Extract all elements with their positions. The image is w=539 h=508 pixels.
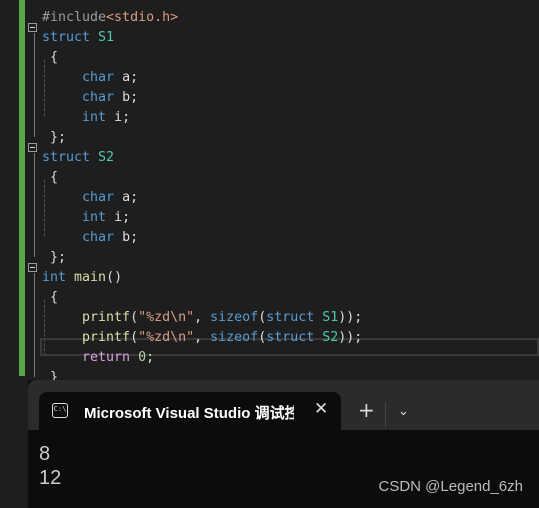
code-line: printf("%zd\n", sizeof(struct S1));	[42, 308, 362, 328]
token-text: a;	[122, 70, 139, 85]
console-tab[interactable]: C:\ Microsoft Visual Studio 调试控制台 ✕	[39, 392, 341, 432]
code-line: struct S2	[42, 148, 114, 168]
code-line: int main()	[42, 268, 122, 288]
token-keyword: int	[42, 210, 115, 225]
token-text: b;	[122, 90, 139, 105]
code-line: };	[42, 128, 66, 148]
token-keyword: int	[42, 270, 75, 285]
token-text: a;	[122, 190, 139, 205]
console-icon: C:\	[52, 403, 68, 418]
code-line: };	[42, 248, 66, 268]
token-type-name: S2	[98, 150, 115, 165]
token-text: b;	[122, 230, 139, 245]
token-text: {	[42, 170, 59, 185]
token-keyword: struct	[42, 30, 99, 45]
token-text: ));	[338, 310, 363, 325]
tab-title: Microsoft Visual Studio 调试控制台	[84, 405, 294, 422]
code-line: {	[42, 48, 58, 68]
fold-guide	[34, 153, 35, 257]
fold-toggle-s1[interactable]	[28, 23, 37, 32]
token-text: };	[42, 250, 67, 265]
token-string: <stdio.h>	[106, 10, 179, 25]
token-keyword: char	[42, 190, 123, 205]
console-output: 8 12	[39, 442, 61, 490]
token-function: main	[74, 270, 107, 285]
divider	[385, 402, 386, 428]
code-line: {	[42, 288, 58, 308]
token-keyword: struct	[266, 310, 323, 325]
token-keyword: struct	[266, 330, 323, 345]
token-string: "%zd\n"	[138, 310, 195, 325]
tab-strip: C:\ Microsoft Visual Studio 调试控制台 ✕ + ⌄	[28, 380, 539, 432]
token-type-name: S2	[322, 330, 339, 345]
code-line: char a;	[42, 188, 138, 208]
output-line: 8	[39, 443, 51, 465]
token-keyword: char	[42, 90, 123, 105]
token-keyword: int	[42, 110, 115, 125]
token-string: "%zd\n"	[138, 330, 195, 345]
output-line: 12	[39, 467, 62, 489]
change-indicator-bar	[19, 0, 25, 376]
code-line: int i;	[42, 208, 130, 228]
token-type-name: S1	[322, 310, 339, 325]
token-text: i;	[114, 110, 131, 125]
token-text: };	[42, 130, 67, 145]
watermark: CSDN @Legend_6zh	[378, 478, 523, 495]
token-text: ));	[338, 330, 363, 345]
token-text: {	[42, 290, 59, 305]
token-text: ()	[106, 270, 123, 285]
token-keyword: sizeof	[210, 310, 259, 325]
code-line: printf("%zd\n", sizeof(struct S2));	[42, 328, 362, 348]
code-line: #include<stdio.h>	[42, 8, 178, 28]
code-line: return 0;	[42, 348, 154, 368]
token-text: (	[130, 310, 139, 325]
fold-toggle-s2[interactable]	[28, 143, 37, 152]
token-text: (	[258, 330, 267, 345]
code-line: char a;	[42, 68, 138, 88]
token-preprocessor: #include	[42, 10, 107, 25]
code-line: int i;	[42, 108, 130, 128]
token-control: return	[42, 350, 139, 365]
token-type-name: S1	[98, 30, 115, 45]
token-function: printf	[42, 310, 131, 325]
token-keyword: struct	[42, 150, 99, 165]
token-keyword: sizeof	[210, 330, 259, 345]
token-keyword: char	[42, 70, 123, 85]
token-text: (	[130, 330, 139, 345]
token-text: ;	[146, 350, 155, 365]
code-line: char b;	[42, 228, 138, 248]
code-line: {	[42, 168, 58, 188]
token-text: (	[258, 310, 267, 325]
token-text: ,	[194, 330, 211, 345]
fold-guide	[34, 273, 35, 377]
token-text: ,	[194, 310, 211, 325]
fold-toggle-main[interactable]	[28, 263, 37, 272]
new-tab-button[interactable]: +	[358, 398, 375, 422]
token-text: {	[42, 50, 59, 65]
token-number: 0	[138, 350, 147, 365]
token-keyword: char	[42, 230, 123, 245]
token-text: i;	[114, 210, 131, 225]
fold-guide	[34, 33, 35, 137]
token-function: printf	[42, 330, 131, 345]
close-icon[interactable]: ✕	[314, 399, 328, 419]
code-line: char b;	[42, 88, 138, 108]
code-editor[interactable]: #include<stdio.h> struct S1 { char a; cha…	[0, 0, 539, 385]
chevron-down-icon[interactable]: ⌄	[398, 404, 409, 419]
code-line: struct S1	[42, 28, 114, 48]
